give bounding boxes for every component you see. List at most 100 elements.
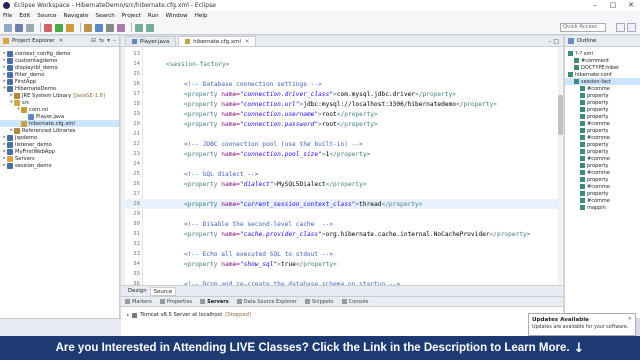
code-line[interactable]: 13: [121, 49, 559, 59]
code-line[interactable]: 35: [121, 269, 559, 279]
tab-source[interactable]: Source: [149, 286, 177, 296]
open-perspective-icon[interactable]: [616, 23, 625, 32]
code-line[interactable]: 29: [121, 209, 559, 219]
external-tools-icon[interactable]: [66, 23, 74, 32]
outline-item[interactable]: property: [565, 148, 640, 155]
tab-design[interactable]: Design: [125, 287, 150, 296]
tab-console[interactable]: Console: [341, 299, 368, 305]
outline-item[interactable]: mappin: [565, 204, 640, 211]
tree-item[interactable]: ▾ com.rsi: [0, 106, 119, 113]
promo-banner[interactable]: Are you Interested in Attending LIVE Cla…: [0, 336, 640, 360]
tab-snippets[interactable]: Snippets: [304, 299, 334, 305]
back-icon[interactable]: [135, 23, 143, 32]
project-explorer-tab[interactable]: Project Explorer ✕ ⊟ ⇆ ▾ –: [0, 36, 119, 47]
tree-item[interactable]: ▸ displaytbl_demo: [0, 64, 119, 71]
outline-item[interactable]: property: [565, 106, 640, 113]
code-line[interactable]: 17 <property name="connection.driver_clas…: [121, 89, 559, 99]
code-line[interactable]: 34 <property name="show_sql">true</proper…: [121, 259, 559, 269]
save-all-icon[interactable]: [26, 23, 34, 32]
minimize-view-icon[interactable]: –: [113, 37, 116, 44]
quick-access-input[interactable]: Quick Access: [560, 23, 606, 32]
tree-item[interactable]: ▸ FirstApp: [0, 78, 119, 85]
code-line[interactable]: 30 <!-- Disable the second-level cache --…: [121, 219, 559, 229]
menu-navigate[interactable]: Navigate: [63, 13, 88, 19]
view-menu-icon[interactable]: ▾: [107, 37, 110, 44]
tree-item[interactable]: ▸ Referenced Libraries: [0, 127, 119, 134]
menu-help[interactable]: Help: [195, 13, 208, 19]
outline-item[interactable]: property: [565, 190, 640, 197]
run-icon[interactable]: [55, 23, 63, 32]
code-line[interactable]: 32: [121, 239, 559, 249]
code-line[interactable]: 19 <property name="connection.username">r…: [121, 109, 559, 119]
collapse-all-icon[interactable]: ⊟: [91, 37, 96, 44]
tab-hibernate-cfg[interactable]: hibernate.cfg.xml ✕: [178, 36, 257, 46]
code-line[interactable]: 14 <session-factory>: [121, 59, 559, 69]
tree-item[interactable]: ▸ listener_demo: [0, 141, 119, 148]
tree-item[interactable]: Player.java: [0, 113, 119, 120]
expand-arrow-icon[interactable]: ▸: [127, 313, 129, 318]
tree-item[interactable]: ▸ JRE System Library [JavaSE-1.8]: [0, 92, 119, 99]
outline-item[interactable]: #comme: [565, 197, 640, 204]
outline-item[interactable]: property: [565, 113, 640, 120]
code-editor[interactable]: 13 14 <session-factory> 15 16 <!-- Database c…: [121, 47, 563, 285]
code-line[interactable]: 22 <!-- JDBC connection pool (use the bui…: [121, 139, 559, 149]
menu-edit[interactable]: Edit: [19, 13, 30, 19]
tree-item[interactable]: hibernate.cfg.xml: [0, 120, 119, 127]
code-line[interactable]: 33 <!-- Echo all executed SQL to stdout -…: [121, 249, 559, 259]
outline-item[interactable]: #comment: [565, 57, 640, 64]
outline-item[interactable]: #comme: [565, 120, 640, 127]
tab-markers[interactable]: Markers: [125, 299, 152, 305]
tree-item[interactable]: ▾ HibernateDemo: [0, 85, 119, 92]
tab-properties[interactable]: Properties: [159, 299, 192, 305]
outline-item[interactable]: property: [565, 127, 640, 134]
outline-item[interactable]: property: [565, 92, 640, 99]
code-line[interactable]: 18 <property name="connection.url">jdbc:m…: [121, 99, 559, 109]
outline-item[interactable]: property: [565, 162, 640, 169]
java-ee-perspective-icon[interactable]: [627, 23, 636, 32]
close-button[interactable]: ✕: [622, 0, 640, 11]
code-line[interactable]: 24: [121, 159, 559, 169]
maximize-button[interactable]: □: [604, 0, 622, 11]
tree-item[interactable]: ▸ context_config_demo: [0, 50, 119, 57]
tab-servers[interactable]: Servers: [200, 299, 229, 305]
outline-tab[interactable]: Outline: [565, 36, 640, 47]
outline-item[interactable]: ?-? xml: [565, 50, 640, 57]
tab-data-source-explorer[interactable]: Data Source Explorer: [236, 299, 297, 305]
tree-item[interactable]: ▾ src: [0, 99, 119, 106]
outline-item[interactable]: property: [565, 176, 640, 183]
code-line[interactable]: 20 <property name="connection.password">r…: [121, 119, 559, 129]
editor-minimize-maximize-icon[interactable]: – □: [548, 38, 559, 45]
code-line[interactable]: 28 <property name="current_session_contex…: [121, 199, 559, 209]
tree-item[interactable]: ▸ session_demo: [0, 162, 119, 169]
menu-source[interactable]: Source: [37, 13, 56, 19]
outline-item[interactable]: #comme: [565, 155, 640, 162]
open-type-icon[interactable]: [106, 23, 114, 32]
close-notification-icon[interactable]: ✕: [628, 316, 632, 322]
tree-item[interactable]: ▸ filter_demo: [0, 71, 119, 78]
menu-search[interactable]: Search: [96, 13, 115, 19]
new-package-icon[interactable]: [84, 23, 92, 32]
outline-item[interactable]: hibernate-conf: [565, 71, 640, 78]
tree-item[interactable]: ▸ customtagdemo: [0, 57, 119, 64]
tree-item[interactable]: ▸ Servers: [0, 155, 119, 162]
code-line[interactable]: 26 <property name="dialect">MySQL5Dialect…: [121, 179, 559, 189]
code-line[interactable]: 31 <property name="cache.provider_class">…: [121, 229, 559, 239]
menu-run[interactable]: Run: [148, 13, 159, 19]
code-line[interactable]: 16 <!-- Database connection settings -->: [121, 79, 559, 89]
outline-item[interactable]: #comme: [565, 169, 640, 176]
tree-item[interactable]: ▸ MyFirstWebApp: [0, 148, 119, 155]
code-line[interactable]: 27: [121, 189, 559, 199]
outline-item[interactable]: session-fact: [565, 78, 640, 85]
outline-item[interactable]: #comme: [565, 85, 640, 92]
debug-icon[interactable]: [44, 23, 52, 32]
code-line[interactable]: 21: [121, 129, 559, 139]
menu-window[interactable]: Window: [166, 13, 188, 19]
outline-item[interactable]: property: [565, 141, 640, 148]
updates-notification[interactable]: Updates Available ✕ Updates are availabl…: [528, 313, 636, 336]
close-icon[interactable]: ✕: [59, 38, 64, 44]
minimize-button[interactable]: –: [586, 0, 604, 11]
link-editor-icon[interactable]: ⇆: [99, 37, 104, 44]
code-line[interactable]: 23 <property name="connection.pool_size">…: [121, 149, 559, 159]
code-line[interactable]: 25 <!-- SQL dialect -->: [121, 169, 559, 179]
outline-item[interactable]: #comme: [565, 183, 640, 190]
